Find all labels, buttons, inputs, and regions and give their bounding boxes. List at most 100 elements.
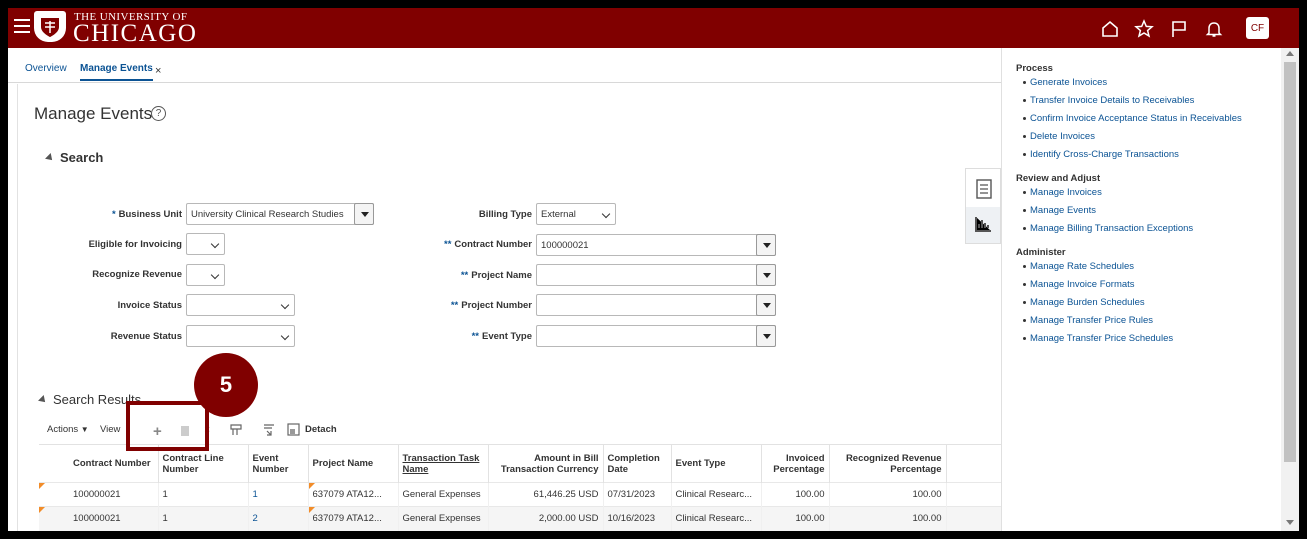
cell-event-type: Clinical Researc... bbox=[671, 506, 762, 531]
detach-icon[interactable] bbox=[287, 423, 300, 441]
task-link[interactable]: Manage Transfer Price Schedules bbox=[1022, 333, 1173, 344]
task-link[interactable]: Manage Rate Schedules bbox=[1022, 261, 1134, 272]
page-title: Manage Events bbox=[34, 104, 153, 123]
detach-button[interactable]: Detach bbox=[305, 424, 337, 435]
chevron-down-icon bbox=[280, 300, 290, 310]
vertical-scrollbar[interactable] bbox=[1281, 48, 1299, 531]
required-marker: * bbox=[111, 209, 116, 220]
export-icon[interactable] bbox=[262, 423, 276, 442]
caret-down-icon: ▼ bbox=[80, 425, 89, 434]
col-transaction-task-name[interactable]: Transaction Task Name bbox=[398, 444, 489, 483]
notifications-bell-icon[interactable] bbox=[1204, 19, 1224, 39]
task-link[interactable]: Manage Transfer Price Rules bbox=[1022, 315, 1153, 326]
user-avatar[interactable]: CF bbox=[1246, 17, 1269, 39]
cell-amount: 61,446.25 USD bbox=[488, 482, 604, 507]
actions-label: Actions bbox=[47, 424, 79, 435]
col-project-name[interactable]: Project Name bbox=[308, 444, 399, 483]
task-link[interactable]: Manage Events bbox=[1022, 205, 1096, 216]
tab-manage-events[interactable]: Manage Events bbox=[80, 63, 153, 81]
freeze-icon[interactable] bbox=[229, 423, 243, 442]
search-section-header[interactable]: Search bbox=[45, 150, 103, 165]
task-link[interactable]: Generate Invoices bbox=[1022, 77, 1107, 88]
contract-number-combobox[interactable]: 100000021 bbox=[536, 234, 776, 256]
project-name-label: ** Project Name bbox=[388, 270, 532, 281]
revenue-status-select[interactable] bbox=[186, 325, 295, 347]
tab-overview[interactable]: Overview bbox=[25, 63, 67, 74]
watchlist-flag-icon[interactable] bbox=[1169, 19, 1189, 39]
cell-contract-line: 1 bbox=[158, 482, 249, 507]
collapse-triangle-icon bbox=[38, 395, 48, 405]
col-recognized-revenue-percentage[interactable]: Recognized Revenue Percentage bbox=[829, 444, 947, 483]
event-type-dropdown-button[interactable] bbox=[756, 325, 776, 347]
recognize-revenue-select[interactable] bbox=[186, 264, 225, 286]
project-number-label: ** Project Number bbox=[388, 300, 532, 311]
business-unit-combobox[interactable]: University Clinical Research Studies bbox=[186, 203, 374, 225]
billing-type-label: Billing Type bbox=[478, 209, 532, 220]
billing-type-select[interactable]: External bbox=[536, 203, 616, 225]
collapse-triangle-icon bbox=[45, 153, 55, 163]
chevron-down-icon bbox=[280, 331, 290, 341]
contract-number-dropdown-button[interactable] bbox=[756, 234, 776, 256]
table-row[interactable]: 100000021 1 2 637079 ATA12... General Ex… bbox=[39, 506, 1001, 531]
cell-amount: 2,000.00 USD bbox=[488, 506, 604, 531]
actions-menu[interactable]: Actions ▼ bbox=[47, 424, 89, 435]
process-heading: Process bbox=[1016, 63, 1053, 74]
col-event-type[interactable]: Event Type bbox=[671, 444, 762, 483]
event-type-label: ** Event Type bbox=[388, 331, 532, 342]
chevron-down-icon bbox=[210, 270, 220, 280]
event-type-combobox[interactable] bbox=[536, 325, 776, 347]
col-amount[interactable]: Amount in Bill Transaction Currency bbox=[488, 444, 604, 483]
project-number-combobox[interactable] bbox=[536, 294, 776, 316]
scroll-up-arrow-icon[interactable] bbox=[1286, 51, 1294, 56]
invoice-status-select[interactable] bbox=[186, 294, 295, 316]
scroll-thumb[interactable] bbox=[1284, 62, 1296, 462]
step-number-badge: 5 bbox=[194, 353, 258, 417]
project-name-label-text: Project Name bbox=[471, 270, 532, 281]
home-icon[interactable] bbox=[1100, 19, 1120, 39]
task-link[interactable]: Manage Burden Schedules bbox=[1023, 297, 1145, 308]
cell-contract-number: 100000021 bbox=[39, 506, 159, 531]
help-icon[interactable]: ? bbox=[151, 106, 166, 121]
cell-filler bbox=[946, 482, 1001, 507]
view-menu[interactable]: View bbox=[100, 424, 120, 435]
task-link[interactable]: Confirm Invoice Acceptance Status in Rec… bbox=[1023, 113, 1242, 124]
menu-icon[interactable] bbox=[14, 19, 30, 33]
chevron-down-icon bbox=[601, 209, 611, 219]
business-unit-dropdown-button[interactable] bbox=[354, 203, 374, 225]
project-number-label-text: Project Number bbox=[461, 300, 532, 311]
analytics-panel-tab[interactable] bbox=[966, 207, 1000, 243]
scroll-down-arrow-icon[interactable] bbox=[1286, 520, 1294, 525]
business-unit-label: * Business Unit bbox=[68, 209, 182, 220]
project-name-dropdown-button[interactable] bbox=[756, 264, 776, 286]
callout-highlight-box bbox=[126, 401, 209, 451]
eligible-for-invoicing-select[interactable] bbox=[186, 233, 225, 255]
task-link[interactable]: Transfer Invoice Details to Receivables bbox=[1022, 95, 1194, 106]
favorites-star-icon[interactable] bbox=[1134, 19, 1154, 39]
close-tab-icon[interactable]: × bbox=[155, 65, 161, 77]
administer-heading: Administer bbox=[1016, 247, 1066, 258]
table-row[interactable]: 100000021 1 1 637079 ATA12... General Ex… bbox=[39, 482, 1001, 507]
col-invoiced-percentage[interactable]: Invoiced Percentage bbox=[761, 444, 830, 483]
col-event-number[interactable]: Event Number bbox=[248, 444, 309, 483]
logo-text-main: CHICAGO bbox=[73, 20, 198, 47]
task-link[interactable]: Delete Invoices bbox=[1023, 131, 1095, 142]
contract-number-label-text: Contract Number bbox=[454, 239, 532, 250]
chevron-down-icon bbox=[210, 239, 220, 249]
recognize-revenue-label: Recognize Revenue bbox=[92, 269, 182, 280]
app-window: THE UNIVERSITY OF CHICAGO CF Overview Ma… bbox=[8, 8, 1299, 531]
review-adjust-heading: Review and Adjust bbox=[1016, 173, 1101, 184]
cell-event-number-link[interactable]: 1 bbox=[248, 482, 309, 507]
task-link[interactable]: Manage Invoices bbox=[1023, 187, 1102, 198]
cell-contract-number: 100000021 bbox=[39, 482, 159, 507]
bar-chart-icon bbox=[975, 217, 991, 232]
project-name-combobox[interactable] bbox=[536, 264, 776, 286]
task-link[interactable]: Manage Invoice Formats bbox=[1023, 279, 1135, 290]
task-link[interactable]: Manage Billing Transaction Exceptions bbox=[1022, 223, 1193, 234]
revenue-status-label: Revenue Status bbox=[110, 331, 182, 342]
tasks-panel-icon[interactable] bbox=[976, 179, 992, 204]
cell-event-number-link[interactable]: 2 bbox=[248, 506, 309, 531]
task-link[interactable]: Identify Cross-Charge Transactions bbox=[1023, 149, 1179, 160]
col-completion-date[interactable]: Completion Date bbox=[603, 444, 672, 483]
project-number-dropdown-button[interactable] bbox=[756, 294, 776, 316]
invoice-status-label: Invoice Status bbox=[117, 300, 182, 311]
